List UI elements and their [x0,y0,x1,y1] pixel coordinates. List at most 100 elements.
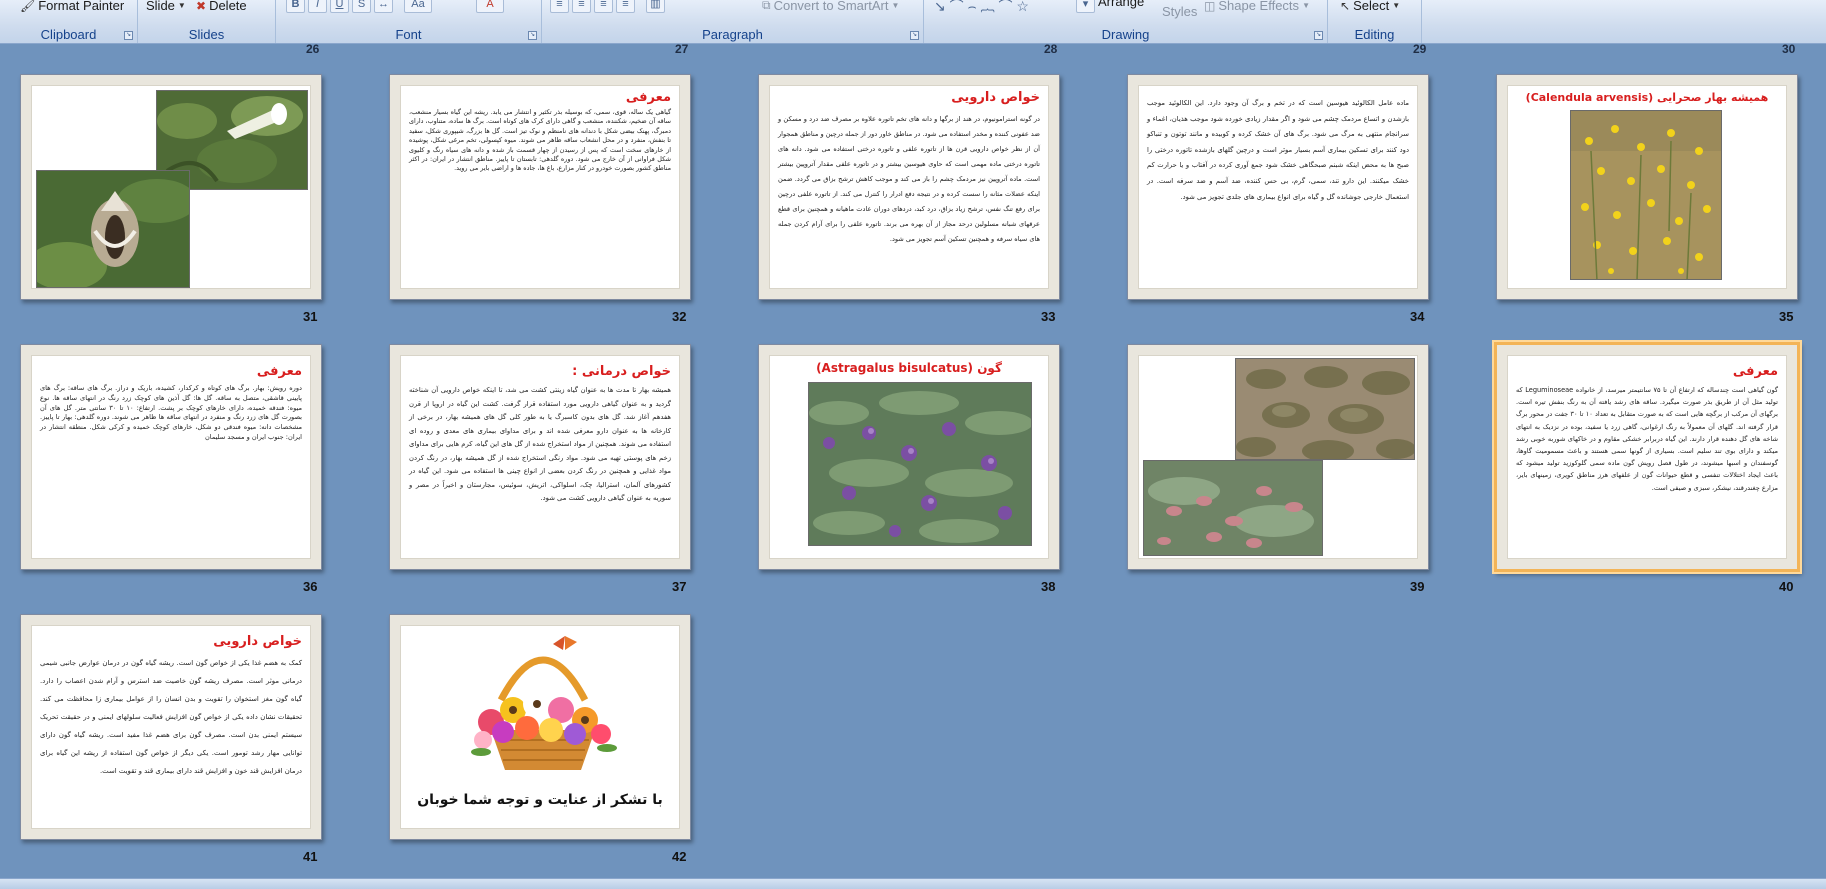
clipboard-label: Clipboard [40,27,97,42]
smartart-icon: ⧉ [762,0,771,12]
paragraph-group: ≡ ≡ ≡ ≡ ▥ ⧉ Convert to SmartArt ▼ Paragr… [542,0,924,43]
slide-title: خواص دارویی [951,90,1040,105]
slide-number: 38 [1041,579,1056,594]
slide-content: ماده عامل الکالوئید هیوسین است که در تخم… [1138,85,1418,289]
slide-content: معرفی گون گیاهی است چندساله که ارتفاع آن… [1507,355,1787,559]
arrange-button[interactable]: Arrange [1098,0,1144,9]
slide-content: معرفی گیاهی یک ساله، قوی، سمی، که بوسیله… [400,85,680,289]
slide-content: خواص درمانی : همیشه بهار تا مدت ها به عن… [400,355,680,559]
slide-sorter-view[interactable]: 26 27 28 29 30 31 معرفی گیاهی یک ساله، ق… [0,42,1826,878]
slide-number-30: 30 [1782,42,1796,56]
slide-number-27: 27 [675,42,689,56]
delete-icon: ✖ [196,0,207,13]
slide-number: 37 [672,579,687,594]
slide-thumbnail[interactable]: 39 [1127,344,1429,594]
slide-body-text: کمک به هضم غذا یکی از خواص گون است. ریشه… [40,659,302,775]
paragraph-label: Paragraph [702,27,763,42]
justify-button[interactable]: ≡ [616,0,635,13]
slide-title: گون (Astragalus bisulcatus) [816,361,1002,375]
slide-body-text: ماده عامل الکالوئید هیوسین است که در تخم… [1147,99,1409,201]
slide-title: خواص درمانی : [572,364,671,379]
slide-content: گون (Astragalus bisulcatus) [769,355,1049,559]
shape-effects-icon: ◫ [1204,0,1216,13]
slide-title: همیشه بهار صحرایی (Calendula arvensis) [1525,91,1769,104]
font-dialog-launcher[interactable]: ↘ [528,31,537,40]
slide-number: 32 [672,309,687,324]
slide-thumbnail[interactable]: خواص دارویی در گونه استرامونیوم، در هند … [758,74,1060,324]
slide-content [31,85,311,289]
slide-content: خواص دارویی در گونه استرامونیوم، در هند … [769,85,1049,289]
convert-to-smartart-button[interactable]: ⧉ Convert to SmartArt ▼ [762,0,899,13]
slide-number: 40 [1779,579,1794,594]
slide-number: 33 [1041,309,1056,324]
chevron-down-icon: ▼ [891,1,900,10]
align-right-button[interactable]: ≡ [594,0,613,13]
slide-thumbnail[interactable]: با تشکر از عنایت و توجه شما خوبان 42 [389,614,691,864]
slide-number: 39 [1410,579,1425,594]
slide-body-text: دوره رویش: بهار. برگ های کوتاه و کرکدار،… [40,384,302,441]
slide-content: همیشه بهار صحرایی (Calendula arvensis) [1507,85,1787,289]
chevron-down-icon: ▼ [177,1,186,10]
font-color-button[interactable]: A [476,0,504,13]
slide-title: معرفی [1732,364,1778,379]
bold-button[interactable]: B [286,0,305,13]
slide-thumbnail[interactable]: خواص درمانی : همیشه بهار تا مدت ها به عن… [389,344,691,594]
calendula-photo [1570,110,1722,280]
font-label: Font [395,27,422,42]
datura-seedpod-photo [36,170,190,288]
drawing-group: ↘ ⌒ ⌢ ︷ ⌒ ☆ ▾ Arrange Styles ◫ Shape Eff… [924,0,1328,43]
slide-thumbnail[interactable]: معرفی دوره رویش: بهار. برگ های کوتاه و ک… [20,344,322,594]
columns-button[interactable]: ▥ [646,0,665,13]
slide-number: 34 [1410,309,1425,324]
format-painter-button[interactable]: 🖌 Format Painter [20,0,124,13]
strikethrough-button[interactable]: S [352,0,371,13]
select-button[interactable]: ↖ Select ▼ [1340,0,1400,13]
shapes-gallery[interactable]: ↘ ⌒ ⌢ ︷ ⌒ ☆ [934,0,1029,16]
slide-number: 41 [303,849,318,864]
character-spacing-button[interactable]: ↔ [374,0,393,13]
slide-thumbnail[interactable]: 31 [20,74,322,324]
slide-body-text: گیاهی یک ساله، قوی، سمی، که بوسیله بذر ت… [409,108,671,173]
slide-thumbnail[interactable]: گون (Astragalus bisulcatus) 38 [758,344,1060,594]
shape-effects-button[interactable]: ◫ Shape Effects ▼ [1204,0,1310,13]
chevron-down-icon: ▼ [1392,1,1401,10]
slide-number: 42 [672,849,687,864]
shapes-more-button[interactable]: ▾ [1076,0,1095,13]
slide-title: معرفی [625,90,671,105]
slide-number: 35 [1779,309,1794,324]
change-case-button[interactable]: Aa [404,0,432,13]
editing-label: Editing [1354,27,1395,42]
align-left-button[interactable]: ≡ [550,0,569,13]
cursor-icon: ↖ [1340,0,1351,13]
slide-thumbnail[interactable]: خواص دارویی کمک به هضم غذا یکی از خواص گ… [20,614,322,864]
new-slide-button[interactable]: Slide ▼ [146,0,186,13]
slide-thumbnail-selected[interactable]: معرفی گون گیاهی است چندساله که ارتفاع آن… [1494,342,1800,594]
drawing-label: Drawing [1101,27,1150,42]
slide-thumbnail[interactable]: معرفی گیاهی یک ساله، قوی، سمی، که بوسیله… [389,74,691,324]
italic-button[interactable]: I [308,0,327,13]
slide-body-text: گون گیاهی است چندساله که ارتفاع آن تا ۷۵… [1516,386,1778,492]
status-bar [0,878,1826,889]
quick-styles-button[interactable]: Styles [1162,4,1197,19]
slide-number-28: 28 [1044,42,1058,56]
chevron-down-icon: ▼ [1302,1,1310,10]
slide-number-29: 29 [1413,42,1427,56]
paragraph-dialog-launcher[interactable]: ↘ [910,31,919,40]
slide-title: خواص دارویی [213,634,302,649]
underline-button[interactable]: U [330,0,349,13]
slide-content [1138,355,1418,559]
slide-thumbnail[interactable]: همیشه بهار صحرایی (Calendula arvensis) 3… [1496,74,1798,324]
drawing-dialog-launcher[interactable]: ↘ [1314,31,1323,40]
clipboard-group: 🖌 Format Painter Clipboard ↘ [0,0,138,43]
clipboard-dialog-launcher[interactable]: ↘ [124,31,133,40]
slide-title: معرفی [256,364,302,379]
astragalus-photo [808,382,1032,546]
slide-content: خواص دارویی کمک به هضم غذا یکی از خواص گ… [31,625,311,829]
ribbon: 🖌 Format Painter Clipboard ↘ Slide ▼ ✖ D… [0,0,1826,44]
font-group: B I U S ↔ Aa A Font ↘ [276,0,542,43]
slide-thumbnail[interactable]: ماده عامل الکالوئید هیوسین است که در تخم… [1127,74,1429,324]
delete-slide-button[interactable]: ✖ Delete [196,0,247,13]
align-center-button[interactable]: ≡ [572,0,591,13]
slide-number: 31 [303,309,318,324]
shapes-icon: ↘ ⌒ ⌢ ︷ ⌒ ☆ [934,0,1029,14]
